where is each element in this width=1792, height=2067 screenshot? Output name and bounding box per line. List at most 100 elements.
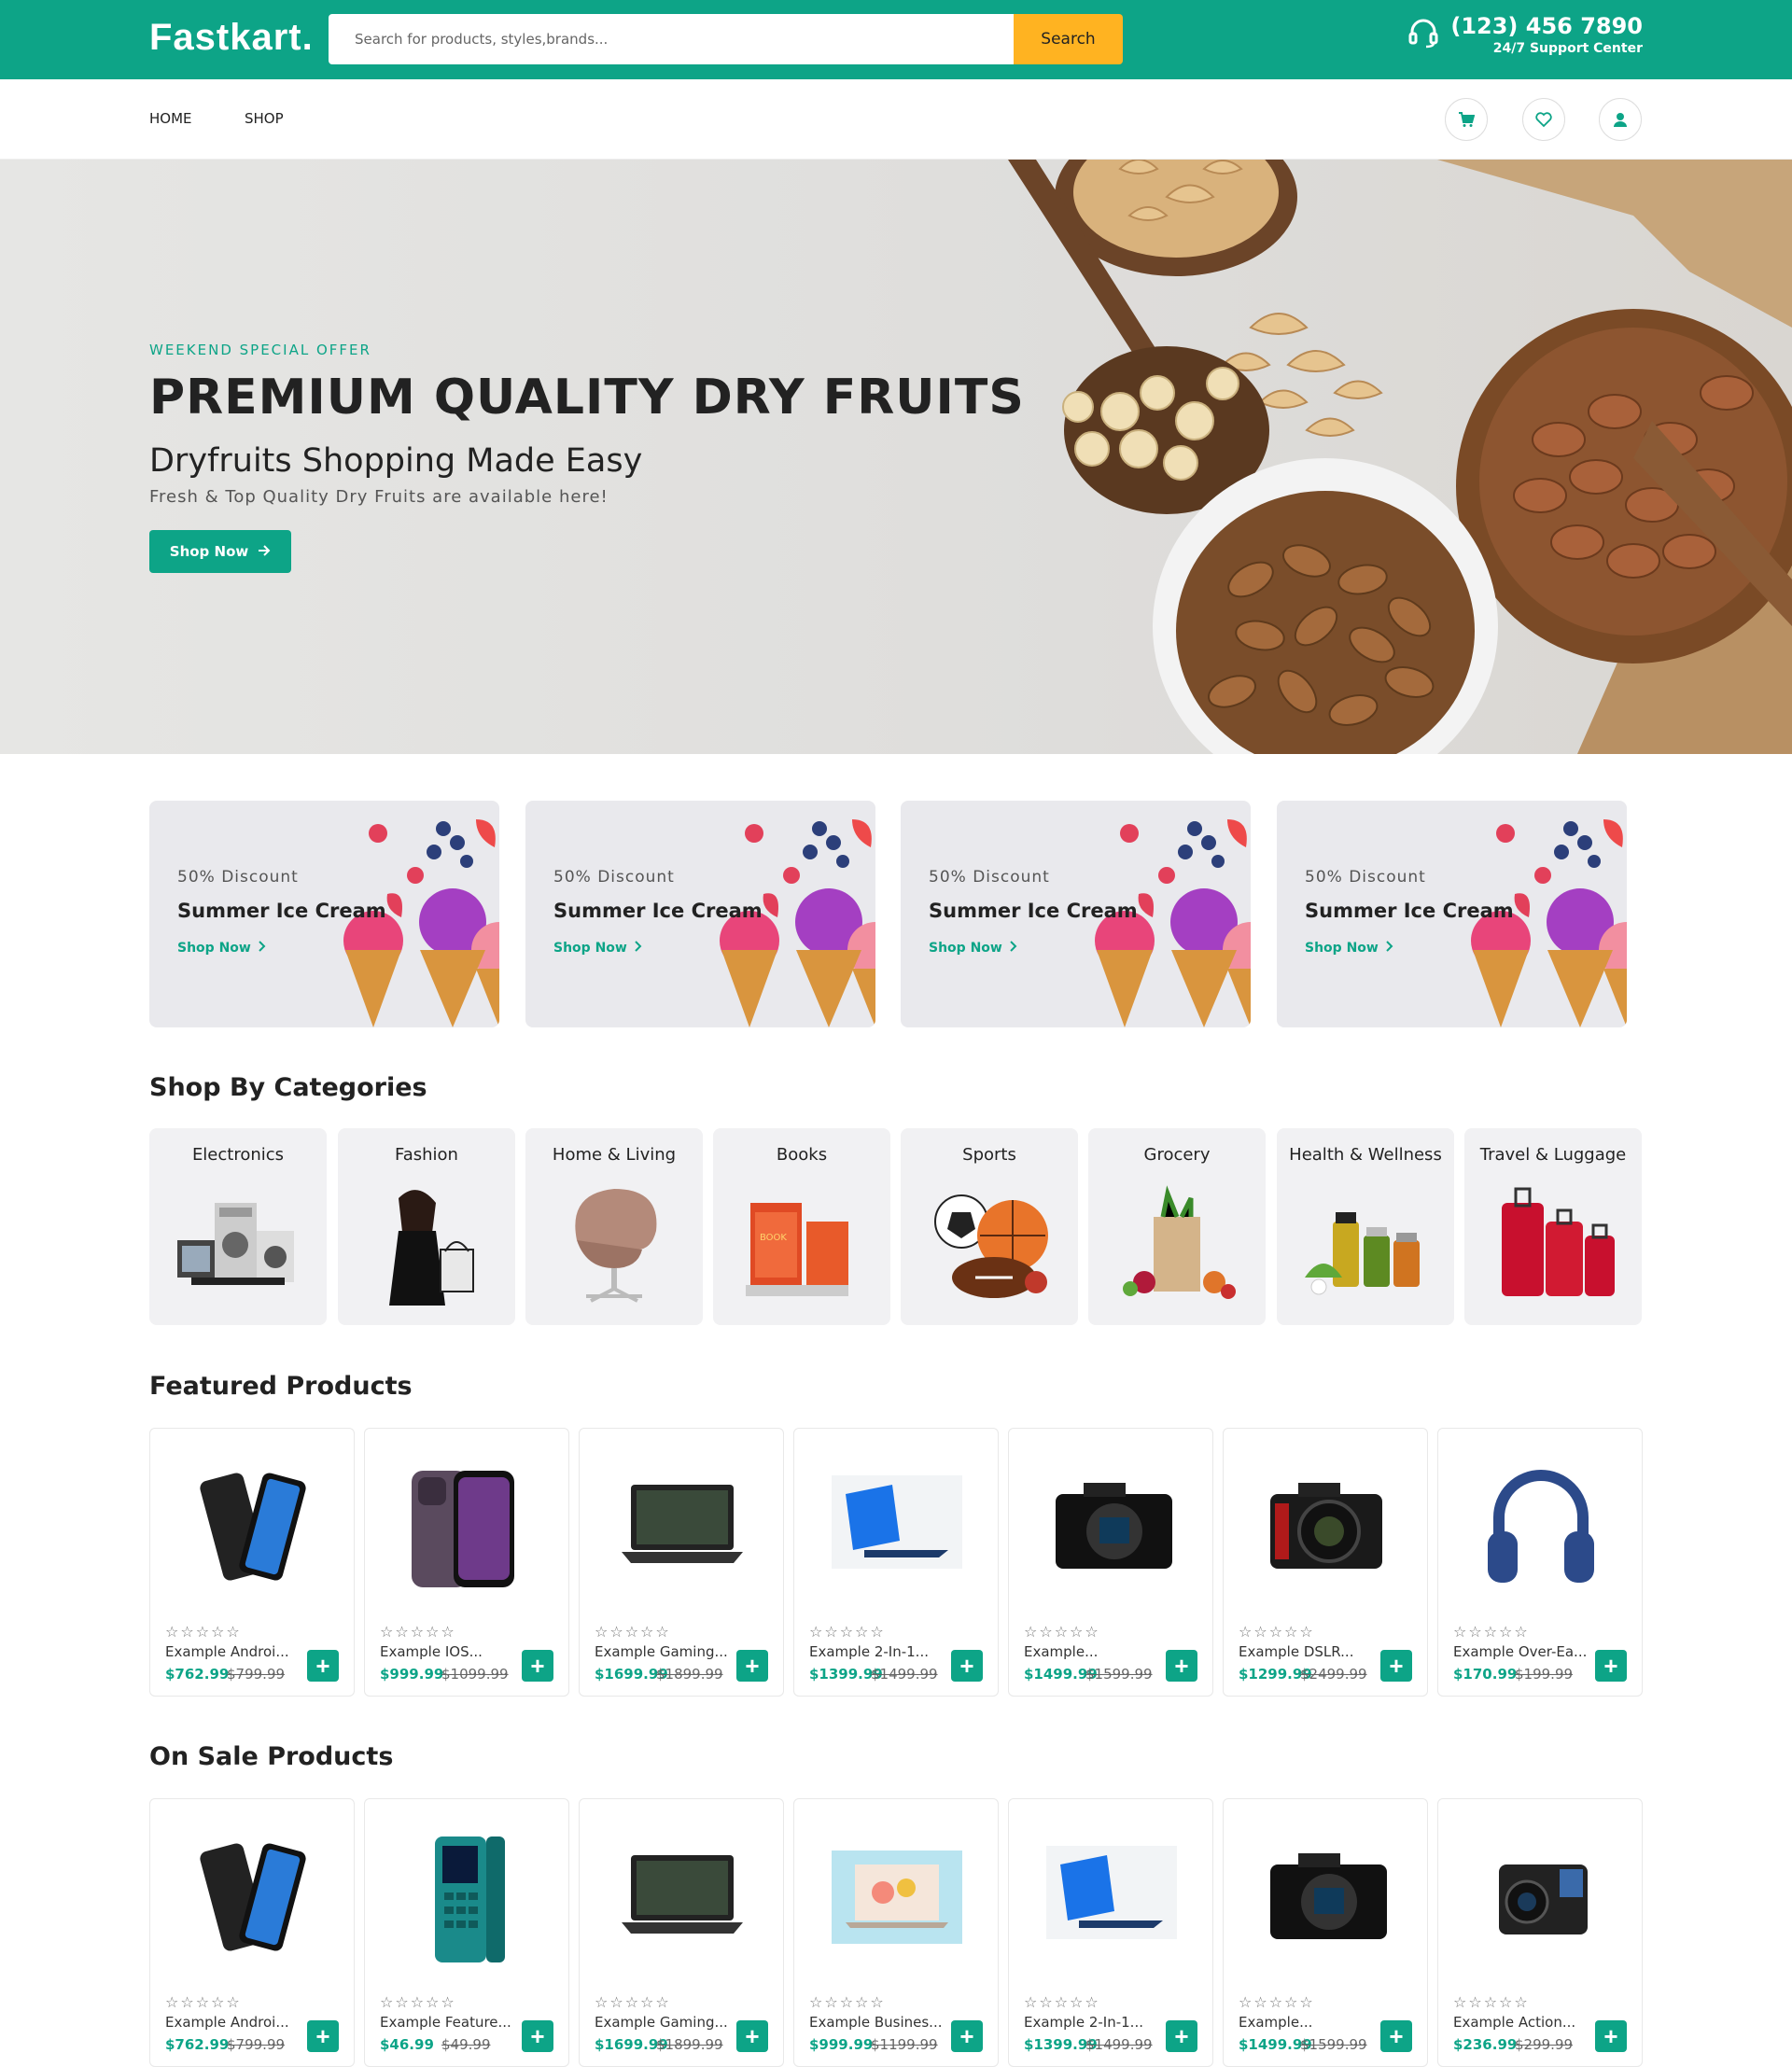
add-to-cart-button[interactable]: + (1595, 1650, 1627, 1682)
product-name[interactable]: Example Action... (1453, 2014, 1575, 2031)
user-account-icon[interactable] (1599, 98, 1642, 141)
rating-stars: ☆☆☆☆☆ (809, 1623, 886, 1641)
promo-shop-now-link[interactable]: Shop Now (177, 941, 266, 956)
product-card[interactable]: ☆☆☆☆☆ Example Action... $236.99 $299.99 … (1437, 1798, 1643, 2067)
laptop-icon (612, 1818, 752, 1971)
grocery-bag-icon (1112, 1184, 1242, 1309)
camera-icon (1256, 1818, 1396, 1971)
category-label: Books (776, 1145, 828, 1165)
hero-banner: WEEKEND SPECIAL OFFER PREMIUM QUALITY DR… (0, 160, 1792, 754)
product-name[interactable]: Example... (1239, 2014, 1312, 2031)
product-name[interactable]: Example IOS... (380, 1643, 483, 1660)
product-card[interactable]: ☆☆☆☆☆ Example Gaming... $1699.99 $1899.9… (579, 1428, 784, 1697)
product-card[interactable]: ☆☆☆☆☆ Example Gaming... $1699.99 $1899.9… (579, 1798, 784, 2067)
product-name[interactable]: Example Gaming... (595, 2014, 728, 2031)
add-to-cart-button[interactable]: + (522, 2020, 553, 2052)
product-name[interactable]: Example Feature... (380, 2014, 511, 2031)
search-button[interactable]: Search (1014, 14, 1123, 64)
product-card[interactable]: ☆☆☆☆☆ Example Androi... $762.99 $799.99 … (149, 1428, 355, 1697)
promo-discount: 50% Discount (929, 868, 1050, 887)
category-card[interactable]: Health & Wellness (1277, 1128, 1454, 1325)
search-bar: Search (329, 14, 1123, 64)
product-name[interactable]: Example Gaming... (595, 1643, 728, 1660)
product-card[interactable]: ☆☆☆☆☆ Example Busines... $999.99 $1199.9… (793, 1798, 999, 2067)
category-card[interactable]: Travel & Luggage (1464, 1128, 1642, 1325)
product-name[interactable]: Example DSLR... (1239, 1643, 1353, 1660)
promo-card[interactable]: 50% Discount Summer Ice Cream Shop Now (1277, 801, 1627, 1027)
category-card[interactable]: Fashion (338, 1128, 515, 1325)
chevron-right-icon (1386, 941, 1393, 956)
hero-shop-now-button[interactable]: Shop Now (149, 530, 291, 573)
product-price: $762.99 (165, 2036, 230, 2053)
category-card[interactable]: Electronics (149, 1128, 327, 1325)
add-to-cart-button[interactable]: + (307, 1650, 339, 1682)
product-card[interactable]: ☆☆☆☆☆ Example 2-In-1... $1399.99 $1499.9… (1008, 1798, 1213, 2067)
promo-card[interactable]: 50% Discount Summer Ice Cream Shop Now (149, 801, 499, 1027)
product-name[interactable]: Example 2-In-1... (1024, 2014, 1143, 2031)
promo-card[interactable]: 50% Discount Summer Ice Cream Shop Now (525, 801, 875, 1027)
logo[interactable]: Fastkart. (149, 17, 314, 59)
category-card[interactable]: Sports (901, 1128, 1078, 1325)
promo-shop-now-link[interactable]: Shop Now (929, 941, 1017, 956)
product-card[interactable]: ☆☆☆☆☆ Example 2-In-1... $1399.99 $1499.9… (793, 1428, 999, 1697)
category-card[interactable]: Books BOOK (713, 1128, 890, 1325)
product-card[interactable]: ☆☆☆☆☆ Example DSLR... $1299.99 $2499.99 … (1223, 1428, 1428, 1697)
product-old-price: $1899.99 (656, 1666, 723, 1683)
category-card[interactable]: Grocery (1088, 1128, 1266, 1325)
add-to-cart-button[interactable]: + (736, 1650, 768, 1682)
dslr-icon (1256, 1447, 1396, 1600)
search-input[interactable] (329, 14, 1014, 64)
add-to-cart-button[interactable]: + (1595, 2020, 1627, 2052)
product-card[interactable]: ☆☆☆☆☆ Example Androi... $762.99 $799.99 … (149, 1798, 355, 2067)
add-to-cart-button[interactable]: + (736, 2020, 768, 2052)
product-name[interactable]: Example Androi... (165, 1643, 289, 1660)
product-card[interactable]: ☆☆☆☆☆ Example Over-Ea... $170.99 $199.99… (1437, 1428, 1643, 1697)
product-card[interactable]: ☆☆☆☆☆ Example Feature... $46.99 $49.99 + (364, 1798, 569, 2067)
category-label: Travel & Luggage (1479, 1145, 1627, 1165)
chevron-right-icon (1010, 941, 1017, 956)
support-phone[interactable]: (123) 456 7890 (1450, 13, 1643, 39)
product-old-price: $1499.99 (1085, 2036, 1153, 2053)
product-card[interactable]: ☆☆☆☆☆ Example IOS... $999.99 $1099.99 + (364, 1428, 569, 1697)
add-to-cart-button[interactable]: + (1166, 2020, 1197, 2052)
promo-card[interactable]: 50% Discount Summer Ice Cream Shop Now (901, 801, 1251, 1027)
chevron-right-icon (635, 941, 642, 956)
add-to-cart-button[interactable]: + (522, 1650, 553, 1682)
product-price: $170.99 (1453, 1666, 1518, 1683)
laptop-icon (612, 1447, 752, 1600)
add-to-cart-button[interactable]: + (1166, 1650, 1197, 1682)
add-to-cart-button[interactable]: + (307, 2020, 339, 2052)
add-to-cart-button[interactable]: + (951, 1650, 983, 1682)
product-name[interactable]: Example 2-In-1... (809, 1643, 929, 1660)
hero-description: Fresh & Top Quality Dry Fruits are avail… (149, 487, 609, 507)
featured-heading: Featured Products (149, 1372, 413, 1401)
chevron-right-icon (259, 941, 266, 956)
phone-icon (183, 1818, 323, 1971)
product-old-price: $1099.99 (441, 1666, 509, 1683)
promo-shop-now-link[interactable]: Shop Now (1305, 941, 1393, 956)
nav-home[interactable]: HOME (149, 110, 192, 127)
product-name[interactable]: Example... (1024, 1643, 1098, 1660)
rating-stars: ☆☆☆☆☆ (1239, 1993, 1315, 2011)
promo-title: Summer Ice Cream (1305, 900, 1514, 922)
promo-shop-now-link[interactable]: Shop Now (553, 941, 642, 956)
product-name[interactable]: Example Over-Ea... (1453, 1643, 1587, 1660)
add-to-cart-button[interactable]: + (1380, 1650, 1412, 1682)
product-card[interactable]: ☆☆☆☆☆ Example... $1499.99 $1599.99 + (1008, 1428, 1213, 1697)
add-to-cart-button[interactable]: + (1380, 2020, 1412, 2052)
nav-shop[interactable]: SHOP (245, 110, 284, 127)
rating-stars: ☆☆☆☆☆ (1239, 1623, 1315, 1641)
add-to-cart-button[interactable]: + (951, 2020, 983, 2052)
wishlist-heart-icon[interactable] (1522, 98, 1565, 141)
onsale-heading: On Sale Products (149, 1742, 394, 1771)
product-name[interactable]: Example Androi... (165, 2014, 289, 2031)
promo-title: Summer Ice Cream (177, 900, 386, 922)
product-name[interactable]: Example Busines... (809, 2014, 942, 2031)
cart-icon[interactable] (1445, 98, 1488, 141)
category-label: Home & Living (552, 1145, 677, 1165)
product-card[interactable]: ☆☆☆☆☆ Example... $1499.99 $1599.99 + (1223, 1798, 1428, 2067)
tablet-icon (1042, 1818, 1182, 1971)
category-card[interactable]: Home & Living (525, 1128, 703, 1325)
rating-stars: ☆☆☆☆☆ (165, 1993, 242, 2011)
luggage-icon (1488, 1184, 1618, 1309)
